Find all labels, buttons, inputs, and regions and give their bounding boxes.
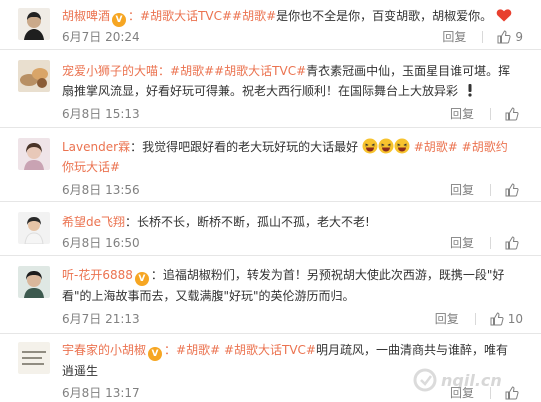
avatar[interactable] [18, 8, 50, 40]
laughing-emoji-icon [378, 138, 394, 154]
like-count: 10 [507, 311, 523, 326]
comment-meta: 6月8日 15:13 回复 [62, 105, 523, 123]
comment-meta: 6月8日 16:50 回复 [62, 234, 523, 252]
timestamp: 6月8日 13:56 [62, 183, 140, 197]
avatar[interactable] [18, 266, 50, 298]
heart-emoji-icon [496, 9, 512, 22]
like-button[interactable] [505, 235, 523, 250]
hashtag[interactable]: ：#胡歌大话TVC##胡歌# [128, 9, 276, 23]
thumbs-up-icon [505, 106, 519, 120]
like-button[interactable]: 9 [497, 30, 523, 44]
exclamation-emoji-icon [468, 84, 472, 97]
comment-meta: 6月8日 13:56 回复 [62, 181, 523, 199]
like-button[interactable]: 10 [490, 312, 523, 326]
comment-content: 是你也不全是你，百变胡歌，胡椒爱你。 [276, 9, 493, 23]
thumbs-up-icon [490, 311, 504, 325]
laughing-emoji-icon [394, 138, 410, 154]
comment-text: 胡椒啤酒 V ：#胡歌大话TVC##胡歌#是你也不全是你，百变胡歌，胡椒爱你。 [62, 6, 519, 27]
thumbs-up-icon [497, 29, 511, 43]
avatar[interactable] [18, 342, 50, 374]
reply-button[interactable]: 回复 [450, 234, 474, 251]
like-button[interactable] [505, 106, 523, 121]
avatar[interactable] [18, 60, 50, 92]
divider [482, 30, 484, 43]
comment-item: 希望de飞翔：长桥不长，断桥不断，孤山不孤，老大不老! 6月8日 16:50 回… [0, 202, 541, 256]
timestamp: 6月8日 15:13 [62, 107, 140, 121]
hashtag[interactable]: ：#胡歌##胡歌大话TVC# [158, 64, 306, 78]
divider [474, 312, 476, 325]
thumbs-up-icon [505, 182, 519, 196]
comment-text: 听-花开6888 V ：追福胡椒粉们，转发为首！另预祝胡大使此次西游，既携一段"好看… [62, 265, 519, 306]
like-button[interactable] [505, 182, 523, 197]
comment-meta: 6月7日 20:24 回复 9 [62, 28, 523, 46]
divider [490, 236, 491, 249]
avatar[interactable] [18, 138, 50, 170]
reply-button[interactable]: 回复 [442, 28, 466, 45]
comment-text: Lavender霖：我觉得吧跟好看的老大玩好玩的大话最好 #胡歌# #胡歌约你玩… [62, 137, 519, 177]
comment-text: 希望de飞翔：长桥不长，断桥不断，孤山不孤，老大不老! [62, 212, 519, 232]
laughing-emoji-icon [362, 138, 378, 154]
watermark-text: nqil.cn [441, 371, 502, 390]
comment-item: 胡椒啤酒 V ：#胡歌大话TVC##胡歌#是你也不全是你，百变胡歌，胡椒爱你。 6月… [0, 0, 541, 50]
comment-meta: 6月7日 21:13 回复 10 [62, 310, 523, 328]
reply-button[interactable]: 回复 [450, 105, 474, 122]
divider [490, 183, 491, 196]
timestamp: 6月7日 21:13 [62, 312, 140, 326]
username[interactable]: 宇春家的小胡椒 [62, 343, 146, 357]
comment-text: 宠爱小狮子的大喵：#胡歌##胡歌大话TVC#青衣素冠画中仙，玉面星目谁可堪。挥扇… [62, 61, 519, 101]
like-count: 9 [515, 29, 523, 44]
watermark-logo-icon: nqil.cn [413, 368, 502, 392]
timestamp: 6月8日 13:17 [62, 386, 140, 400]
timestamp: 6月7日 20:24 [62, 30, 140, 44]
comment-item: 宠爱小狮子的大喵：#胡歌##胡歌大话TVC#青衣素冠画中仙，玉面星目谁可堪。挥扇… [0, 50, 541, 128]
comment-content: ：我觉得吧跟好看的老大玩好玩的大话最好 [130, 140, 359, 154]
divider [490, 107, 491, 120]
username[interactable]: Lavender霖 [62, 140, 130, 154]
comment-item: Lavender霖：我觉得吧跟好看的老大玩好玩的大话最好 #胡歌# #胡歌约你玩… [0, 128, 541, 202]
hashtag[interactable]: ：#胡歌# #胡歌大话TVC# [164, 343, 316, 357]
username[interactable]: 胡椒啤酒 [62, 9, 110, 23]
timestamp: 6月8日 16:50 [62, 236, 140, 250]
thumbs-up-icon [505, 235, 519, 249]
verified-badge-icon: V [134, 272, 149, 286]
username[interactable]: 听-花开6888 [62, 268, 133, 282]
reply-button[interactable]: 回复 [450, 181, 474, 198]
username[interactable]: 宠爱小狮子的大喵 [62, 64, 158, 78]
comment-content: ：长桥不长，断桥不断，孤山不孤，老大不老! [125, 215, 370, 229]
verified-badge-icon: V [148, 347, 163, 361]
comment-item: 听-花开6888 V ：追福胡椒粉们，转发为首！另预祝胡大使此次西游，既携一段"好看… [0, 256, 541, 334]
reply-button[interactable]: 回复 [435, 310, 459, 327]
verified-badge-icon: V [112, 13, 127, 27]
username[interactable]: 希望de飞翔 [62, 215, 125, 229]
avatar[interactable] [18, 212, 50, 244]
